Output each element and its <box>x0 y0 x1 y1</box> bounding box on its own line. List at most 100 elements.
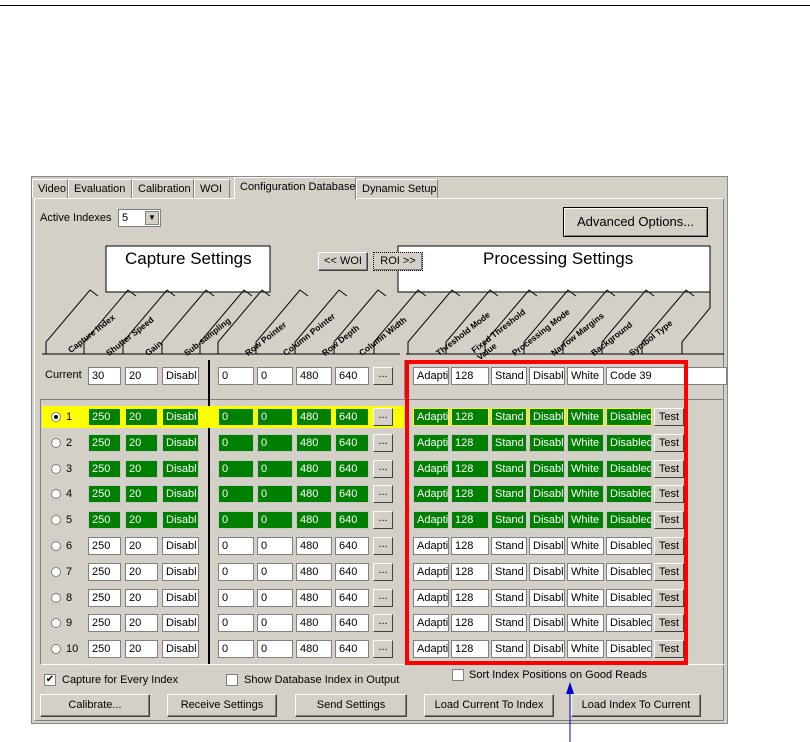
subsampling-field[interactable]: Disabl <box>162 640 199 658</box>
column-width-field[interactable]: 640 <box>335 434 369 452</box>
receive-settings-button[interactable]: Receive Settings <box>167 694 277 717</box>
shutter-speed-field[interactable]: 250 <box>88 460 121 478</box>
load-index-to-current-button[interactable]: Load Index To Current <box>571 694 701 717</box>
column-pointer-field[interactable]: 0 <box>257 460 293 478</box>
row-depth-field[interactable]: 480 <box>296 460 332 478</box>
row-depth-field[interactable]: 480 <box>296 511 332 529</box>
sort-index-checkbox[interactable] <box>452 669 464 681</box>
roi-ellipsis-button[interactable]: ... <box>373 589 393 607</box>
woi-nav-button[interactable]: << WOI <box>318 252 368 271</box>
column-width-field[interactable]: 640 <box>335 614 369 632</box>
row-pointer-field[interactable]: 0 <box>218 485 254 503</box>
column-width-field[interactable]: 640 <box>335 640 369 658</box>
column-pointer-field[interactable]: 0 <box>257 434 293 452</box>
row-pointer-field[interactable]: 0 <box>218 640 254 658</box>
calibrate-button[interactable]: Calibrate... <box>40 694 150 717</box>
load-current-to-index-button[interactable]: Load Current To Index <box>424 694 554 717</box>
gain-field[interactable]: 20 <box>125 563 158 581</box>
column-width-field[interactable]: 640 <box>335 485 369 503</box>
subsampling-field[interactable]: Disabl <box>162 511 199 529</box>
row-depth-field[interactable]: 480 <box>296 408 332 426</box>
roi-ellipsis-button[interactable]: ... <box>373 563 393 581</box>
gain-field[interactable]: 20 <box>125 485 158 503</box>
tab-configuration-database[interactable]: Configuration Database <box>234 177 356 199</box>
index-radio[interactable] <box>51 438 61 448</box>
subsampling-field[interactable]: Disabl <box>162 537 199 555</box>
send-settings-button[interactable]: Send Settings <box>295 694 407 717</box>
current-row-pointer-field[interactable]: 0 <box>218 367 254 385</box>
subsampling-field[interactable]: Disabl <box>162 434 199 452</box>
row-pointer-field[interactable]: 0 <box>218 589 254 607</box>
shutter-speed-field[interactable]: 250 <box>88 589 121 607</box>
index-radio[interactable] <box>51 644 61 654</box>
subsampling-field[interactable]: Disabl <box>162 408 199 426</box>
shutter-speed-field[interactable]: 250 <box>88 485 121 503</box>
row-depth-field[interactable]: 480 <box>296 537 332 555</box>
subsampling-field[interactable]: Disabl <box>162 614 199 632</box>
gain-field[interactable]: 20 <box>125 408 158 426</box>
row-pointer-field[interactable]: 0 <box>218 511 254 529</box>
row-pointer-field[interactable]: 0 <box>218 408 254 426</box>
tab-calibration[interactable]: Calibration <box>132 179 194 198</box>
index-radio[interactable] <box>51 567 61 577</box>
roi-ellipsis-button[interactable]: ... <box>373 614 393 632</box>
current-column-pointer-field[interactable]: 0 <box>257 367 293 385</box>
column-width-field[interactable]: 640 <box>335 408 369 426</box>
shutter-speed-field[interactable]: 250 <box>88 640 121 658</box>
index-radio[interactable] <box>51 464 61 474</box>
column-pointer-field[interactable]: 0 <box>257 614 293 632</box>
column-width-field[interactable]: 640 <box>335 589 369 607</box>
shutter-speed-field[interactable]: 250 <box>88 511 121 529</box>
row-depth-field[interactable]: 480 <box>296 614 332 632</box>
row-depth-field[interactable]: 480 <box>296 485 332 503</box>
row-depth-field[interactable]: 480 <box>296 589 332 607</box>
gain-field[interactable]: 20 <box>125 434 158 452</box>
advanced-options-button[interactable]: Advanced Options... <box>563 207 708 237</box>
index-radio[interactable] <box>51 541 61 551</box>
column-pointer-field[interactable]: 0 <box>257 563 293 581</box>
index-radio[interactable] <box>51 618 61 628</box>
current-row-depth-field[interactable]: 480 <box>296 367 332 385</box>
active-indexes-select[interactable]: 5 ▼ <box>118 209 161 227</box>
subsampling-field[interactable]: Disabl <box>162 589 199 607</box>
column-pointer-field[interactable]: 0 <box>257 408 293 426</box>
column-pointer-field[interactable]: 0 <box>257 640 293 658</box>
column-pointer-field[interactable]: 0 <box>257 589 293 607</box>
current-gain-field[interactable]: 20 <box>125 367 158 385</box>
shutter-speed-field[interactable]: 250 <box>88 563 121 581</box>
column-pointer-field[interactable]: 0 <box>257 511 293 529</box>
tab-woi[interactable]: WOI <box>194 179 230 198</box>
row-pointer-field[interactable]: 0 <box>218 614 254 632</box>
row-pointer-field[interactable]: 0 <box>218 434 254 452</box>
current-roi-ellipsis-button[interactable]: ... <box>373 367 393 385</box>
show-db-index-checkbox[interactable] <box>226 674 238 686</box>
tab-dynamic-setup[interactable]: Dynamic Setup <box>356 179 438 198</box>
roi-ellipsis-button[interactable]: ... <box>373 537 393 555</box>
shutter-speed-field[interactable]: 250 <box>88 537 121 555</box>
current-shutter-field[interactable]: 30 <box>88 367 121 385</box>
row-depth-field[interactable]: 480 <box>296 640 332 658</box>
subsampling-field[interactable]: Disabl <box>162 485 199 503</box>
column-width-field[interactable]: 640 <box>335 460 369 478</box>
roi-ellipsis-button[interactable]: ... <box>373 511 393 529</box>
current-subsampling-field[interactable]: Disabl <box>162 367 199 385</box>
subsampling-field[interactable]: Disabl <box>162 460 199 478</box>
subsampling-field[interactable]: Disabl <box>162 563 199 581</box>
tab-video[interactable]: Video <box>32 179 68 198</box>
gain-field[interactable]: 20 <box>125 589 158 607</box>
roi-nav-button[interactable]: ROI >> <box>373 252 423 271</box>
shutter-speed-field[interactable]: 250 <box>88 614 121 632</box>
roi-ellipsis-button[interactable]: ... <box>373 434 393 452</box>
shutter-speed-field[interactable]: 250 <box>88 408 121 426</box>
roi-ellipsis-button[interactable]: ... <box>373 640 393 658</box>
gain-field[interactable]: 20 <box>125 460 158 478</box>
roi-ellipsis-button[interactable]: ... <box>373 408 393 426</box>
column-pointer-field[interactable]: 0 <box>257 537 293 555</box>
column-width-field[interactable]: 640 <box>335 537 369 555</box>
column-width-field[interactable]: 640 <box>335 563 369 581</box>
row-depth-field[interactable]: 480 <box>296 434 332 452</box>
shutter-speed-field[interactable]: 250 <box>88 434 121 452</box>
column-pointer-field[interactable]: 0 <box>257 485 293 503</box>
roi-ellipsis-button[interactable]: ... <box>373 485 393 503</box>
row-depth-field[interactable]: 480 <box>296 563 332 581</box>
